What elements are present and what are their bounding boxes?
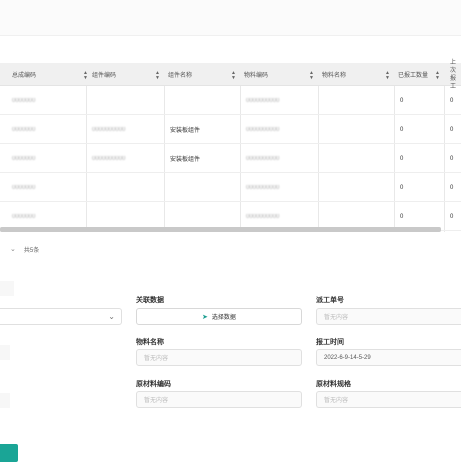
cell-material-name <box>320 173 324 202</box>
cell-component-code <box>88 173 92 202</box>
column-header-material-name[interactable]: 物料名称 ▲ ▼ <box>318 63 394 86</box>
cell-reported-qty: 0 <box>400 155 404 162</box>
column-header-last-report: 上次报工 <box>450 59 457 90</box>
cell-material-code: 0000000000 <box>246 155 280 162</box>
raw-material-spec-label: 原材料规格 <box>316 381 351 388</box>
raw-material-code-label: 原材料编码 <box>136 381 171 388</box>
cell-reported-qty: 0 <box>400 184 404 191</box>
cell-component-name <box>166 86 170 115</box>
select-data-button[interactable]: ➤ 选择数据 <box>136 308 302 325</box>
column-header-material-code[interactable]: 物料编码 ▲ ▼ <box>240 63 318 86</box>
table-header: 总成编码 ▲ ▼ 组件编码 ▲ ▼ 组件名称 ▲ ▼ 物料编码 ▲ ▼ 物料名称 ▲ ▼ 已报工数量… <box>0 59 461 90</box>
cell-component-name <box>166 173 170 202</box>
raw-material-code-field[interactable]: 暂无内容 <box>136 391 302 408</box>
sort-icon[interactable]: ▲ ▼ <box>231 71 236 81</box>
raw-material-spec-field[interactable]: 暂无内容 <box>316 391 461 408</box>
dispatch-no-label: 派工单号 <box>316 297 344 304</box>
sort-icon[interactable]: ▲ ▼ <box>385 71 390 81</box>
cell-material-name <box>320 144 324 173</box>
cell-material-name <box>320 115 324 144</box>
column-header-component-name[interactable]: 组件名称 ▲ ▼ <box>164 63 240 86</box>
column-header-component-code[interactable]: 组件编码 ▲ ▼ <box>88 63 164 86</box>
sort-icon[interactable]: ▲ ▼ <box>309 71 314 81</box>
cell-assembly-code: 0000000 <box>12 184 36 191</box>
report-time-label: 报工时间 <box>316 339 344 346</box>
cell-last-report: 0 <box>450 213 454 220</box>
column-header-reported-qty[interactable]: 已报工数量 ▲ ▼ <box>394 63 444 86</box>
cell-last-report: 0 <box>450 155 454 162</box>
cell-last-report: 0 <box>450 97 454 104</box>
submit-button[interactable] <box>0 444 18 462</box>
material-name-field[interactable]: 暂无内容 <box>136 349 302 366</box>
related-data-label: 关联数据 <box>136 297 164 304</box>
cell-component-code <box>88 86 92 115</box>
dispatch-no-field[interactable]: 暂无内容 <box>316 308 461 325</box>
chevron-down-icon[interactable]: ⌄ <box>10 245 16 253</box>
cell-assembly-code: 0000000 <box>12 155 36 162</box>
sort-icon[interactable]: ▲ ▼ <box>155 71 160 81</box>
cell-component-code: 0000000000 <box>92 126 126 133</box>
table-footer: ⌄ 共5条 <box>0 242 39 256</box>
chevron-down-icon: ⌄ <box>108 312 115 321</box>
sort-icon[interactable]: ▲ ▼ <box>435 71 440 81</box>
horizontal-scrollbar-thumb[interactable] <box>0 227 441 232</box>
column-header-assembly-code[interactable]: 总成编码 ▲ ▼ <box>8 63 92 86</box>
cell-component-name: 安装板组件 <box>170 157 201 163</box>
cell-material-name <box>320 86 324 115</box>
cell-component-name: 安装板组件 <box>170 128 201 134</box>
report-time-field[interactable]: 2022-6-9-14-5-29 <box>316 349 461 366</box>
table-row[interactable]: 0000000 0000000000 安装板组件 0000000000 0 0 <box>0 144 461 173</box>
table-row[interactable]: 0000000 0000000000 0 0 <box>0 86 461 115</box>
table-row[interactable]: 0000000 0000000000 安装板组件 0000000000 0 0 <box>0 115 461 144</box>
cell-reported-qty: 0 <box>400 126 404 133</box>
cell-assembly-code: 0000000 <box>12 97 36 104</box>
form-field-placeholder <box>0 345 10 360</box>
top-toolbar <box>0 0 461 36</box>
cell-material-code: 0000000000 <box>246 126 280 133</box>
cell-component-code: 0000000000 <box>92 155 126 162</box>
form-field-placeholder <box>0 393 10 408</box>
cell-reported-qty: 0 <box>400 97 404 104</box>
cell-material-code: 0000000000 <box>246 97 280 104</box>
table-row[interactable]: 0000000 0000000000 0 0 <box>0 173 461 202</box>
cell-assembly-code: 0000000 <box>12 126 36 133</box>
row-count: 共5条 <box>23 247 40 254</box>
cell-last-report: 0 <box>450 126 454 133</box>
type-select[interactable]: ⌄ <box>0 308 122 325</box>
cell-material-code: 0000000000 <box>246 184 280 191</box>
cell-last-report: 0 <box>450 184 454 191</box>
material-name-label: 物料名称 <box>136 339 164 346</box>
form-label-placeholder <box>0 281 14 296</box>
send-icon: ➤ <box>202 313 208 321</box>
